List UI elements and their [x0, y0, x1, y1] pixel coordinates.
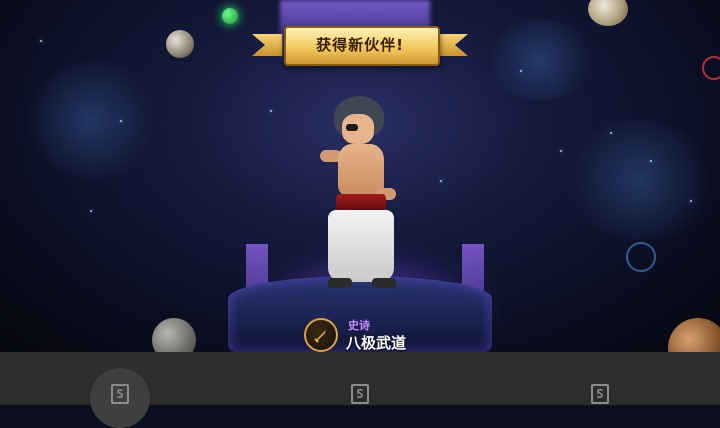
share-button-3[interactable]: S [570, 358, 630, 405]
companion-tag: 史诗 八极武道 [302, 316, 422, 352]
brown-planet [668, 318, 720, 352]
share-icon: S [591, 384, 609, 404]
banner-title: 获得新伙伴! [316, 35, 404, 54]
nebula [560, 120, 720, 240]
green-planet [222, 8, 238, 24]
star [520, 70, 522, 72]
new-companion-banner: 获得新伙伴! [252, 24, 468, 68]
share-icon: S [351, 384, 369, 404]
share-button-1[interactable]: S [90, 358, 150, 428]
rock-planet [588, 0, 628, 26]
character-torso [338, 144, 384, 196]
sword-icon-glyph [314, 330, 326, 343]
character-pants [328, 210, 394, 282]
sword-icon [304, 318, 338, 352]
bottom-share-bar: S S S [0, 352, 720, 428]
star [650, 160, 652, 162]
companion-name: 八极武道 [346, 334, 407, 352]
character-shoe [328, 278, 352, 288]
grey-planet [152, 318, 196, 352]
share-button-2[interactable]: S [330, 358, 390, 405]
ring-planet [702, 56, 720, 80]
game-scene: 获得新伙伴! 史诗 八极武道 [0, 0, 720, 352]
star [690, 200, 692, 202]
character-shoe [372, 278, 396, 288]
ring-planet [626, 242, 656, 272]
share-icon: S [111, 384, 129, 404]
eyepatch [346, 124, 358, 131]
star [270, 110, 272, 112]
star [90, 210, 92, 212]
rarity-label: 史诗 [348, 319, 370, 332]
star [440, 180, 442, 182]
companion-character [318, 92, 408, 302]
star [40, 40, 42, 42]
nebula [480, 20, 600, 100]
star [120, 120, 122, 122]
star [560, 150, 562, 152]
star [610, 132, 612, 134]
nebula [20, 60, 160, 180]
moon-planet [166, 30, 194, 58]
